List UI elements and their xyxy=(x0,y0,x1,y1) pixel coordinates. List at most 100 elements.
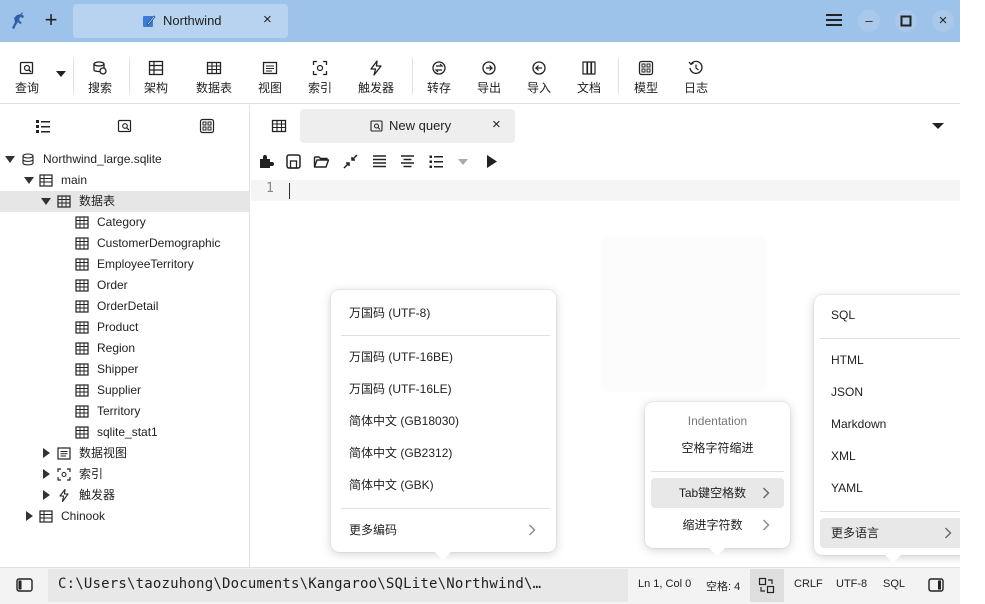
indent-spaces[interactable]: 空格: 4 xyxy=(706,578,740,594)
file-encoding[interactable]: UTF-8 xyxy=(836,578,867,590)
result-grid-icon[interactable] xyxy=(271,118,287,134)
minimize-button[interactable]: – xyxy=(858,10,880,32)
save-icon[interactable] xyxy=(285,153,302,170)
panel-toggle-icon[interactable] xyxy=(928,578,944,592)
justify-icon[interactable] xyxy=(371,153,388,170)
chevron-down-icon[interactable] xyxy=(41,196,51,206)
sidebar-toggle-icon[interactable] xyxy=(16,578,33,592)
tree-item-table[interactable]: Territory xyxy=(0,401,250,422)
language-option[interactable]: SQL xyxy=(831,300,855,330)
tab-northwind[interactable]: Northwind × xyxy=(73,4,288,38)
close-window-button[interactable]: × xyxy=(932,10,954,32)
line-ending[interactable]: CRLF xyxy=(794,578,823,590)
query-button[interactable]: 查询 xyxy=(15,60,39,96)
dump-button[interactable]: 转存 xyxy=(427,60,451,96)
run-icon[interactable] xyxy=(483,153,500,170)
tree-item-views-group[interactable]: 数据视图 xyxy=(0,443,250,464)
tree-item-database[interactable]: Chinook xyxy=(0,506,250,527)
view-label: 视图 xyxy=(258,81,283,95)
encoding-option[interactable]: 简体中文 (GBK) xyxy=(349,470,434,500)
language-mode[interactable]: SQL xyxy=(883,578,905,590)
language-option[interactable]: JSON xyxy=(831,377,863,407)
language-option[interactable]: YAML xyxy=(831,473,863,503)
maximize-button[interactable] xyxy=(895,10,917,32)
trigger-button[interactable]: 触发器 xyxy=(358,60,394,96)
tree-item-table[interactable]: Shipper xyxy=(0,359,250,380)
chevron-right-icon[interactable] xyxy=(41,448,51,458)
more-encodings-item[interactable]: 更多编码 xyxy=(349,515,397,545)
tree-item-table[interactable]: Supplier xyxy=(0,380,250,401)
tab-new-query[interactable]: New query × xyxy=(300,109,515,143)
tree-item-label: sqlite_stat1 xyxy=(97,425,158,439)
chevron-down-icon[interactable] xyxy=(24,175,34,185)
tree-item-table[interactable]: Category xyxy=(0,212,250,233)
tree-item-table[interactable]: Order xyxy=(0,275,250,296)
hamburger-menu-icon[interactable] xyxy=(825,11,843,29)
indent-toggle-button[interactable] xyxy=(750,569,784,602)
table-icon xyxy=(75,384,89,397)
align-center-icon[interactable] xyxy=(399,153,416,170)
export-button[interactable]: 导出 xyxy=(477,60,501,96)
tree-item-table[interactable]: Product xyxy=(0,317,250,338)
model-panel-icon[interactable] xyxy=(199,118,215,134)
tree-item-index-group[interactable]: 索引 xyxy=(0,464,250,485)
tree-item-table[interactable]: CustomerDemographic xyxy=(0,233,250,254)
encoding-option[interactable]: 简体中文 (GB2312) xyxy=(349,438,452,468)
tree-item-table[interactable]: OrderDetail xyxy=(0,296,250,317)
query-history-icon[interactable] xyxy=(117,118,133,134)
open-folder-icon[interactable] xyxy=(313,153,330,170)
tab-close-button[interactable]: × xyxy=(263,11,272,28)
import-button[interactable]: 导入 xyxy=(527,60,551,96)
encoding-option[interactable]: 万国码 (UTF-8) xyxy=(349,298,430,328)
line-number: 1 xyxy=(266,181,274,196)
tree-item-table[interactable]: EmployeeTerritory xyxy=(0,254,250,275)
chevron-right-icon[interactable] xyxy=(24,511,34,521)
view-button[interactable]: 视图 xyxy=(258,60,282,96)
list-dropdown-icon[interactable] xyxy=(457,158,469,166)
file-path-field[interactable]: C:\Users\taozuhong\Documents\Kangaroo\SQ… xyxy=(48,569,628,602)
table-button[interactable]: 数据表 xyxy=(196,60,232,96)
schema-button[interactable]: 架构 xyxy=(144,60,168,96)
new-tab-button[interactable]: + xyxy=(40,9,62,31)
indent-spaces-option[interactable]: 空格字符缩进 xyxy=(645,433,790,463)
encoding-option[interactable]: 万国码 (UTF-16LE) xyxy=(349,374,452,404)
index-button[interactable]: 索引 xyxy=(308,60,332,96)
tree-item-schema[interactable]: main xyxy=(0,170,250,191)
toolbar-divider xyxy=(129,58,130,94)
chevron-down-icon[interactable] xyxy=(5,154,15,164)
search-button[interactable]: 搜索 xyxy=(88,60,112,96)
collapse-icon[interactable] xyxy=(342,153,359,170)
database-icon xyxy=(22,153,34,166)
encoding-option[interactable]: 简体中文 (GB18030) xyxy=(349,406,459,436)
cursor-position[interactable]: Ln 1, Col 0 xyxy=(638,578,691,590)
tree-item-triggers-group[interactable]: 触发器 xyxy=(0,485,250,506)
import-label: 导入 xyxy=(527,81,552,95)
language-option[interactable]: Markdown xyxy=(831,409,886,439)
more-languages-item[interactable]: 更多语言 xyxy=(820,518,960,548)
query-tab-close-button[interactable]: × xyxy=(492,116,501,133)
tree-item-database[interactable]: Northwind_large.sqlite xyxy=(0,149,250,170)
chevron-right-icon[interactable] xyxy=(41,469,51,479)
document-button[interactable]: 文档 xyxy=(577,60,601,96)
status-bar: C:\Users\taozuhong\Documents\Kangaroo\SQ… xyxy=(0,567,960,604)
tree-item-tables-group[interactable]: 数据表 xyxy=(0,191,250,212)
plugin-icon[interactable] xyxy=(257,153,274,170)
language-option[interactable]: HTML xyxy=(831,345,864,375)
list-icon[interactable] xyxy=(428,153,445,170)
chevron-right-icon[interactable] xyxy=(41,490,51,500)
table-icon xyxy=(206,61,222,75)
popover-pointer xyxy=(434,551,452,560)
tree-item-table[interactable]: Region xyxy=(0,338,250,359)
index-icon xyxy=(57,468,71,481)
tab-list-dropdown-icon[interactable] xyxy=(931,121,945,131)
text-caret[interactable] xyxy=(289,183,290,199)
query-dropdown-icon[interactable] xyxy=(55,70,67,78)
model-button[interactable]: 模型 xyxy=(634,60,658,96)
encoding-option[interactable]: 万国码 (UTF-16BE) xyxy=(349,342,453,372)
menu-divider xyxy=(820,511,960,512)
language-option[interactable]: XML xyxy=(831,441,856,471)
tree-item-table[interactable]: sqlite_stat1 xyxy=(0,422,250,443)
object-list-icon[interactable] xyxy=(35,118,51,134)
log-button[interactable]: 日志 xyxy=(684,60,708,96)
menu-divider xyxy=(651,471,784,472)
